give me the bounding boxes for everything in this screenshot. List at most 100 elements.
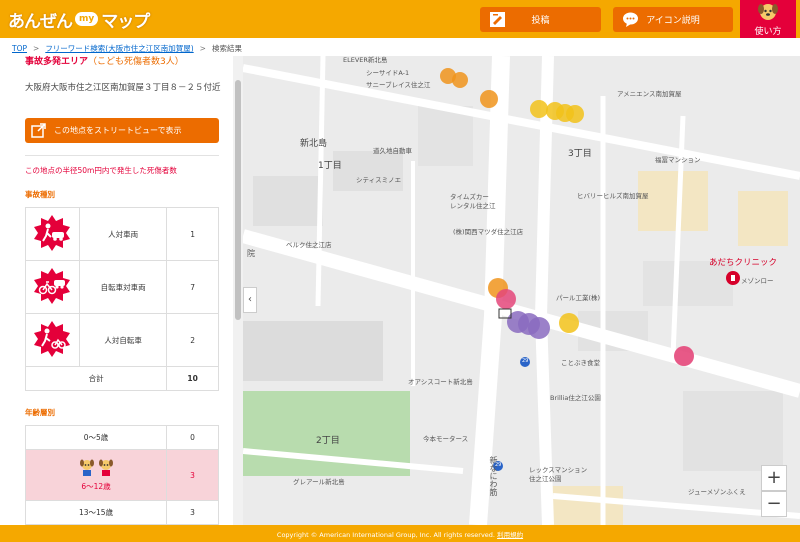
map-label: 29 [522, 358, 529, 364]
map-label: (株)関西マツダ住之江店 [453, 228, 524, 236]
map-label: シーサイドA-1 [366, 69, 410, 77]
map-label: 29 [495, 462, 502, 468]
post-button[interactable]: 投稿 [480, 7, 601, 32]
map-label: あだちクリニック [709, 258, 778, 268]
table-row: 0～5歳 0 [25, 425, 219, 450]
map-label: 今本モータース [423, 435, 469, 443]
type-label: 人対自転車 [78, 313, 168, 367]
breadcrumb-search-link[interactable]: フリーワード検索(大阪市住之江区南加賀屋) [45, 44, 193, 53]
map[interactable]: ELEVER新北島 シーサイドA-1 サニーブレイス住之江 アメニエンス南加賀屋… [243, 56, 800, 525]
area-title: 事故多発エリア（こども死傷者数3人） [25, 54, 184, 67]
copyright-text: Copyright © American International Group… [276, 531, 495, 539]
mascot-dog-icon [758, 4, 778, 20]
map-canvas[interactable] [243, 56, 800, 525]
map-label: 3丁目 [568, 149, 592, 159]
icon-explanation-button[interactable]: アイコン説明 [613, 7, 733, 32]
map-label: 福冨マンション [655, 156, 701, 164]
accident-type-title: 事故種別 [25, 190, 55, 199]
accident-marker[interactable] [480, 90, 498, 108]
age-group-table: 0～5歳 0 6～12歳 3 13～15歳 3 [25, 425, 219, 525]
accident-marker[interactable] [496, 289, 516, 309]
type-count: 2 [166, 313, 219, 367]
map-label: ことぶき食堂 [561, 359, 600, 367]
collapse-sidebar-button[interactable]: ‹ [243, 287, 257, 313]
map-label: ヒバリーヒルズ南加賀屋 [577, 192, 649, 200]
accident-type-table: 人対車両 1 自転車対車両 7 人対自転車 2 合計 10 [24, 207, 219, 391]
pedestrian-vs-car-icon [34, 215, 71, 251]
divider [25, 155, 219, 156]
age-count: 3 [166, 449, 219, 501]
area-title-sub: （こども死傷者数3人） [88, 57, 184, 67]
logo-text-anzen: あんぜん [8, 11, 73, 32]
accident-marker[interactable] [566, 105, 584, 123]
speech-bubble-icon [623, 12, 638, 27]
map-label: メゾンロー [741, 277, 774, 285]
age-cell: 6～12歳 [25, 449, 167, 501]
map-label: 院 [247, 249, 255, 258]
terms-link[interactable]: 利用規約 [497, 531, 523, 539]
map-label: サニーブレイス住之江 [366, 81, 431, 89]
type-count: 1 [166, 207, 219, 261]
streetview-button[interactable]: この地点をストリートビューで表示 [25, 118, 219, 143]
zoom-out-button[interactable]: − [761, 491, 787, 517]
type-icon-cell [25, 207, 80, 261]
radius-note: この地点の半径50m円内で発生した死傷者数 [25, 166, 177, 175]
zoom-in-button[interactable]: + [761, 465, 787, 491]
sidebar-scrollbar-thumb[interactable] [235, 80, 241, 320]
address-text: 大阪府大阪市住之江区南加賀屋３丁目８－２５付近 [25, 83, 221, 93]
map-label: レックスマンション 住之江公園 [529, 466, 588, 483]
header: あんぜん my マップ 投稿 アイコン説明 使い方 [0, 0, 800, 38]
map-label: 道久地自動車 [373, 147, 412, 155]
accident-marker[interactable] [559, 313, 579, 333]
boy-dog-icon [79, 459, 94, 476]
streetview-label: この地点をストリートビューで表示 [54, 126, 182, 135]
logo-text-map: マップ [101, 11, 150, 32]
age-label: 6～12歳 [81, 482, 111, 491]
site-logo[interactable]: あんぜん my マップ [8, 6, 150, 32]
map-label: 1丁目 [318, 161, 342, 171]
logo-text-my: my [75, 12, 99, 26]
map-label: アメニエンス南加賀屋 [617, 90, 682, 98]
type-icon-cell [25, 260, 80, 314]
map-label: タイムズカー レンタル住之江 [450, 193, 496, 210]
table-row-highlighted: 6～12歳 3 [25, 449, 219, 501]
post-edit-icon [490, 12, 505, 27]
accident-marker[interactable] [528, 317, 550, 339]
area-title-main: 事故多発エリア [25, 57, 89, 67]
total-count: 10 [166, 366, 219, 391]
how-to-use-label: 使い方 [754, 27, 782, 37]
map-label: シティスミノエ [356, 176, 402, 184]
map-label: ジューメゾンふくえ [688, 488, 746, 496]
type-label: 自転車対車両 [78, 260, 168, 314]
table-row: 人対自転車 2 [25, 313, 219, 367]
map-label: 新北島 [300, 139, 328, 149]
footer: Copyright © American International Group… [0, 525, 800, 542]
breadcrumb-current: 検索結果 [211, 44, 242, 53]
age-count: 3 [166, 500, 219, 525]
table-row: 13～15歳 3 [25, 500, 219, 525]
breadcrumb-separator: > [33, 44, 40, 53]
age-count: 0 [166, 425, 219, 450]
table-row-total: 合計 10 [24, 366, 219, 391]
accident-marker[interactable] [674, 346, 694, 366]
girl-dog-icon [98, 459, 113, 476]
table-row: 人対車両 1 [25, 207, 219, 261]
table-row: 自転車対車両 7 [25, 260, 219, 314]
accident-marker[interactable] [530, 100, 548, 118]
map-label: ELEVER新北島 [343, 56, 388, 64]
map-label: パール工業(株) [556, 294, 601, 302]
age-group-title: 年齢層別 [25, 408, 55, 417]
breadcrumb-separator: > [199, 44, 206, 53]
how-to-use-button[interactable]: 使い方 [740, 0, 796, 38]
accident-marker[interactable] [452, 72, 468, 88]
map-label: 2丁目 [316, 436, 340, 446]
total-label: 合計 [24, 366, 168, 391]
kids-icons [26, 458, 166, 476]
type-label: 人対車両 [78, 207, 168, 261]
map-label: グレアール新北島 [293, 478, 345, 486]
breadcrumb-top-link[interactable]: TOP [12, 44, 27, 53]
age-label: 13～15歳 [25, 500, 167, 525]
type-count: 7 [166, 260, 219, 314]
map-label: ベルク住之江店 [286, 241, 332, 249]
bicycle-vs-car-icon [34, 268, 71, 304]
